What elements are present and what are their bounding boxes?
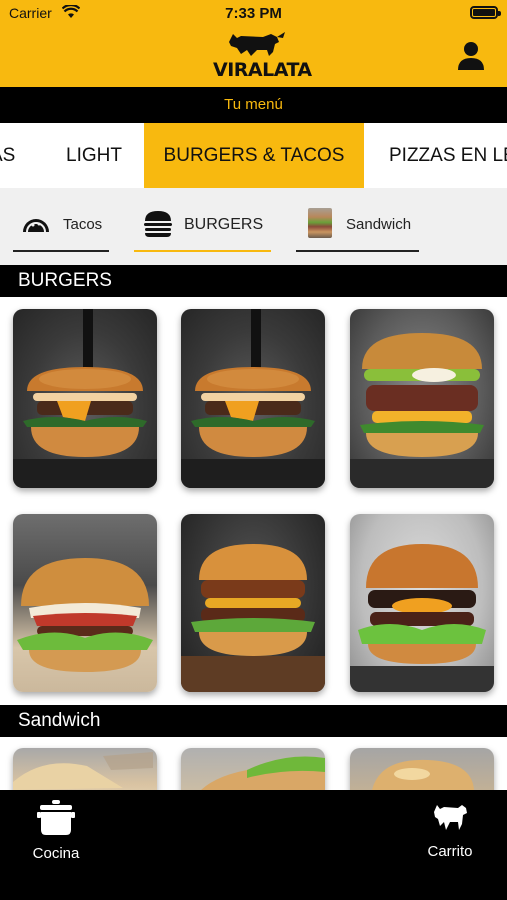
product-card-burger[interactable] bbox=[13, 514, 157, 692]
taco-icon bbox=[23, 219, 49, 233]
menu-title-bar: Tu menú bbox=[0, 87, 507, 123]
brand-logo: VIRALATA bbox=[213, 28, 312, 84]
burger-photo bbox=[181, 309, 325, 488]
nav-cart-button[interactable]: Carrito bbox=[405, 800, 495, 860]
tab-label: AS bbox=[0, 145, 16, 166]
category-tabs: AS LIGHT BURGERS & TACOS PIZZAS EN LE bbox=[0, 123, 507, 188]
subcategory-tabs: Tacos BURGERS Sandwich bbox=[0, 188, 507, 265]
subtab-label: BURGERS bbox=[184, 216, 264, 233]
product-card-burger[interactable] bbox=[13, 309, 157, 488]
tab-label: LIGHT bbox=[66, 145, 122, 166]
sandwich-thumbnail bbox=[308, 208, 332, 238]
section-header-burgers: BURGERS bbox=[0, 265, 507, 297]
tab-label: BURGERS & TACOS bbox=[163, 145, 345, 166]
battery-icon bbox=[470, 6, 501, 19]
tab-previous-category[interactable]: AS bbox=[0, 123, 30, 188]
tab-burgers-tacos[interactable]: BURGERS & TACOS bbox=[144, 123, 364, 188]
bottom-navigation: Cocina Carrito bbox=[0, 790, 507, 900]
subtab-underline bbox=[296, 250, 419, 252]
burger-photo bbox=[13, 309, 157, 488]
subtab-label: Sandwich bbox=[346, 216, 412, 233]
burger-photo bbox=[350, 544, 494, 692]
user-profile-icon[interactable] bbox=[457, 41, 485, 71]
tab-label: PIZZAS EN LE bbox=[389, 145, 507, 166]
nav-kitchen-button[interactable]: Cocina bbox=[11, 800, 101, 862]
product-card-burger[interactable] bbox=[350, 309, 494, 488]
product-card-burger[interactable] bbox=[181, 309, 325, 488]
burger-photo bbox=[350, 333, 494, 488]
burger-photo bbox=[17, 558, 153, 672]
sandwich-photo bbox=[13, 752, 153, 790]
tab-pizzas[interactable]: PIZZAS EN LE bbox=[389, 123, 507, 188]
cooking-pot-icon bbox=[37, 800, 75, 835]
tab-light[interactable]: LIGHT bbox=[66, 123, 122, 188]
subtab-underline bbox=[13, 250, 109, 252]
section-header-sandwich: Sandwich bbox=[0, 705, 507, 737]
subtab-underline bbox=[134, 250, 271, 252]
subtab-sandwich[interactable]: Sandwich bbox=[296, 204, 419, 252]
subtab-label: Tacos bbox=[63, 216, 103, 233]
nav-cart-label: Carrito bbox=[427, 843, 473, 860]
status-bar: Carrier 7:33 PM bbox=[0, 0, 507, 28]
product-card-burger[interactable] bbox=[350, 514, 494, 692]
subtab-tacos[interactable]: Tacos bbox=[13, 204, 109, 252]
app-header: Carrier 7:33 PM VIRALATA bbox=[0, 0, 507, 87]
nav-kitchen-label: Cocina bbox=[32, 845, 80, 862]
burger-icon bbox=[144, 211, 172, 237]
burger-photo bbox=[181, 544, 325, 692]
product-card-burger[interactable] bbox=[181, 514, 325, 692]
dog-cart-icon bbox=[434, 805, 467, 830]
sandwich-photo bbox=[201, 756, 325, 790]
sandwich-photo bbox=[372, 759, 474, 790]
status-time: 7:33 PM bbox=[225, 5, 282, 22]
dog-logo-icon bbox=[229, 32, 285, 56]
subtab-burgers[interactable]: BURGERS bbox=[134, 204, 271, 252]
logo-text: VIRALATA bbox=[213, 59, 312, 81]
